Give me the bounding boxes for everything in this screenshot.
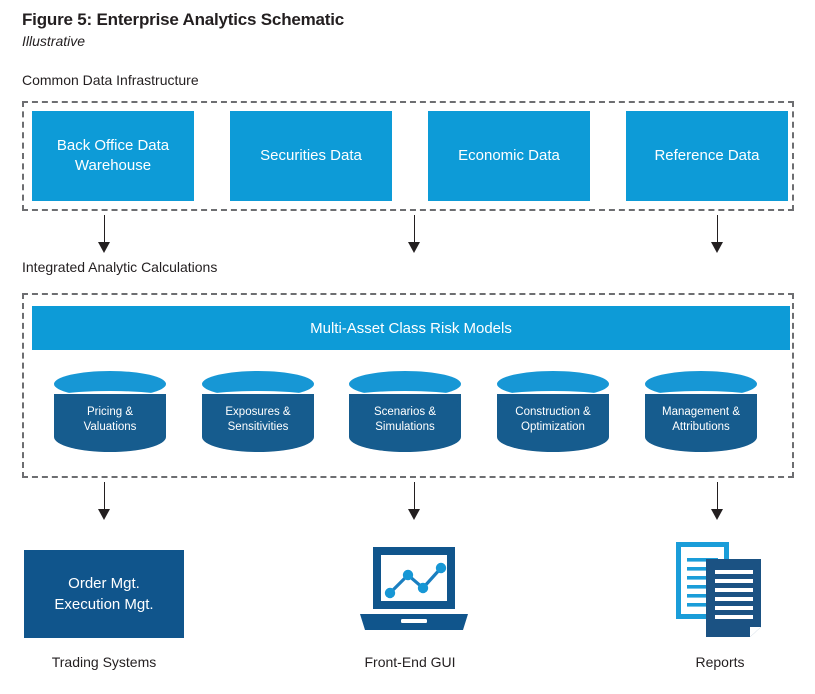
database-cylinder-construction-optimization[interactable]: Construction & Optimization xyxy=(497,371,609,456)
cylinder-label-line1: Exposures & xyxy=(225,406,291,418)
cylinder-label: Pricing & Valuations xyxy=(54,405,166,435)
section-label-integrated-analytic-calculations: Integrated Analytic Calculations xyxy=(22,259,218,275)
arrow-down-icon xyxy=(98,215,111,254)
reports-documents-icon xyxy=(676,542,768,645)
data-box-back-office-data-warehouse[interactable]: Back Office Data Warehouse xyxy=(32,111,194,201)
cylinder-label: Exposures & Sensitivities xyxy=(202,405,314,435)
output-caption-reports: Reports xyxy=(695,654,745,670)
cylinder-label: Scenarios & Simulations xyxy=(349,405,461,435)
output-caption-front-end-gui: Front-End GUI xyxy=(364,654,456,670)
output-caption-trading-systems: Trading Systems xyxy=(51,654,157,670)
cylinder-label-line2: Valuations xyxy=(83,421,137,433)
arrow-down-icon xyxy=(408,215,421,254)
arrow-down-icon xyxy=(408,482,421,521)
order-mgt-line1: Order Mgt. xyxy=(68,575,140,592)
database-cylinder-pricing-valuations[interactable]: Pricing & Valuations xyxy=(54,371,166,456)
database-cylinder-exposures-sensitivities[interactable]: Exposures & Sensitivities xyxy=(202,371,314,456)
section-label-common-data-infrastructure: Common Data Infrastructure xyxy=(22,72,199,88)
multi-asset-class-risk-models-bar[interactable]: Multi-Asset Class Risk Models xyxy=(32,306,790,350)
laptop-chart-icon xyxy=(360,546,482,643)
cylinder-label-line2: Sensitivities xyxy=(227,421,289,433)
cylinder-label-line1: Management & xyxy=(662,406,740,418)
cylinder-label: Management & Attributions xyxy=(645,405,757,435)
cylinder-label-line1: Pricing & xyxy=(86,406,134,418)
order-mgt-line2: Execution Mgt. xyxy=(54,596,154,613)
cylinder-label: Construction & Optimization xyxy=(497,405,609,435)
data-box-securities-data[interactable]: Securities Data xyxy=(230,111,392,201)
page-title: Figure 5: Enterprise Analytics Schematic xyxy=(22,10,345,29)
data-box-reference-data[interactable]: Reference Data xyxy=(626,111,788,201)
arrow-down-icon xyxy=(711,215,724,254)
cylinder-label-line1: Construction & xyxy=(515,406,591,418)
cylinder-label-line2: Attributions xyxy=(672,421,730,433)
arrow-down-icon xyxy=(98,482,111,521)
output-box-order-execution-management[interactable]: Order Mgt. Execution Mgt. xyxy=(24,550,184,638)
cylinder-label-line1: Scenarios & xyxy=(373,406,436,418)
arrow-down-icon xyxy=(711,482,724,521)
page-subtitle: Illustrative xyxy=(22,33,86,49)
cylinder-label-line2: Simulations xyxy=(375,421,435,433)
database-cylinder-management-attributions[interactable]: Management & Attributions xyxy=(645,371,757,456)
cylinder-label-line2: Optimization xyxy=(521,421,585,433)
database-cylinder-scenarios-simulations[interactable]: Scenarios & Simulations xyxy=(349,371,461,456)
data-box-economic-data[interactable]: Economic Data xyxy=(428,111,590,201)
